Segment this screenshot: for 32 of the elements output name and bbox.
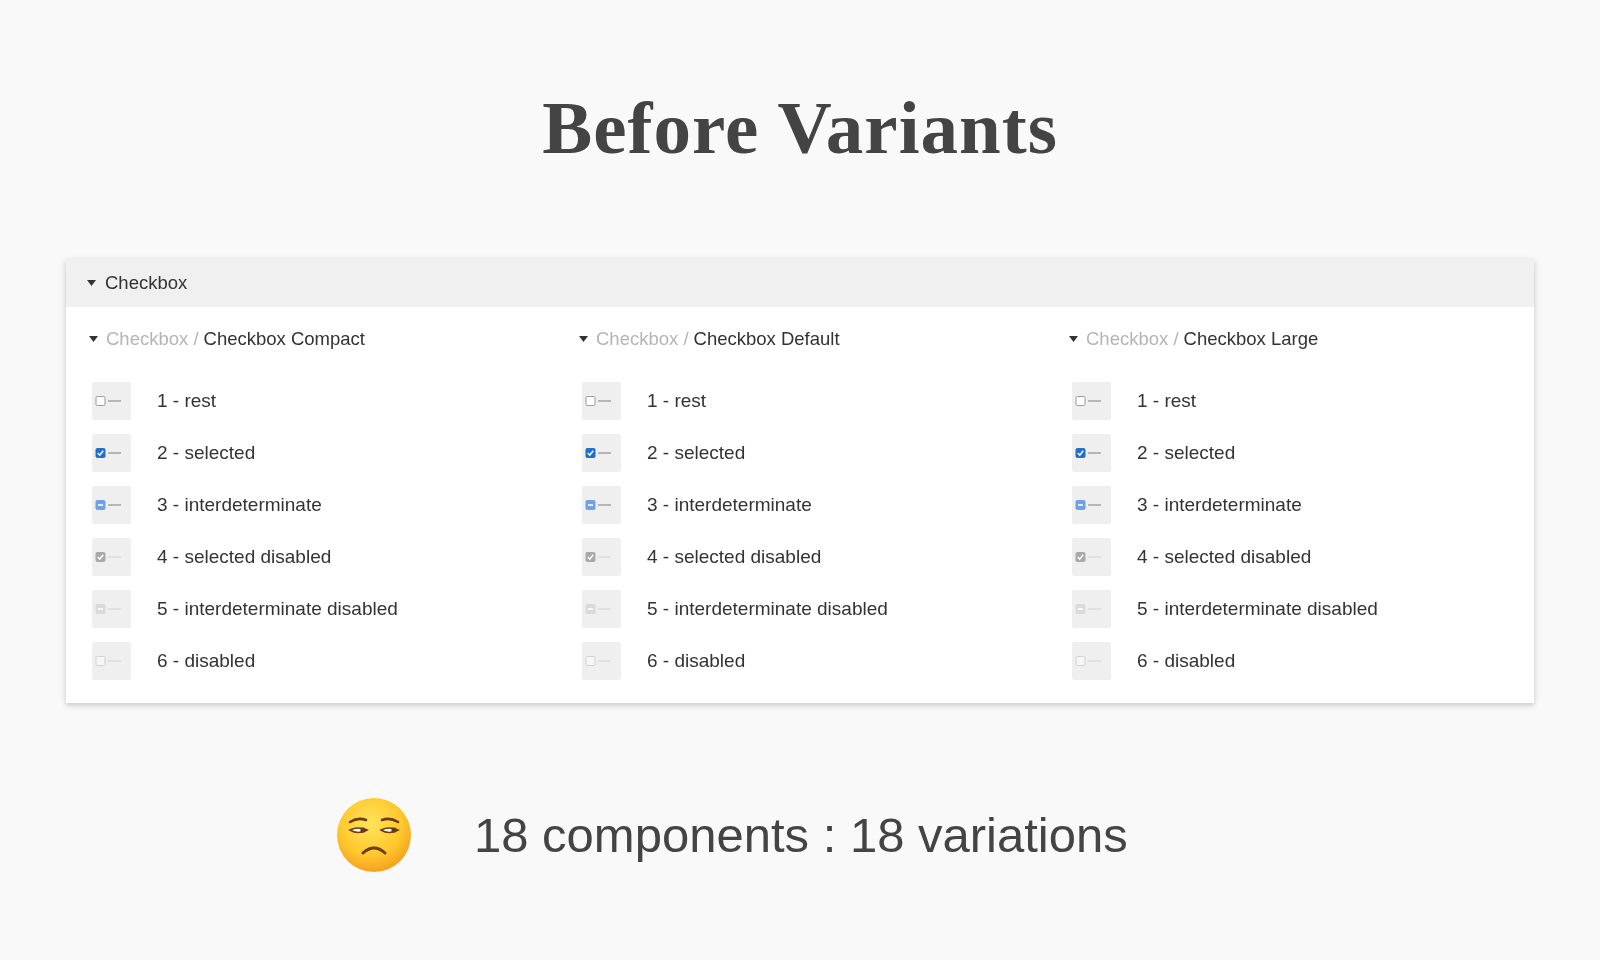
caret-icon[interactable] bbox=[89, 336, 98, 342]
component-label: 1 - rest bbox=[647, 390, 707, 412]
caret-icon[interactable] bbox=[579, 336, 588, 342]
breadcrumb-parent: Checkbox / bbox=[596, 328, 689, 350]
caret-icon[interactable] bbox=[1069, 336, 1078, 342]
group-title: Checkbox Default bbox=[693, 328, 840, 350]
component-label: 6 - disabled bbox=[1137, 650, 1236, 672]
component-label: 4 - selected disabled bbox=[157, 546, 332, 568]
component-label: 1 - rest bbox=[157, 390, 217, 412]
breadcrumb-parent: Checkbox / bbox=[106, 328, 199, 350]
component-label: 2 - selected bbox=[1137, 442, 1236, 464]
component-label: 3 - interdeterminate bbox=[647, 494, 812, 516]
component-label: 6 - disabled bbox=[157, 650, 256, 672]
component-label: 5 - interdeterminate disabled bbox=[1137, 598, 1378, 620]
component-label: 5 - interdeterminate disabled bbox=[647, 598, 888, 620]
component-label: 4 - selected disabled bbox=[1137, 546, 1312, 568]
page-title: Before Variants bbox=[542, 88, 1058, 168]
summary-text: 18 components : 18 variations bbox=[474, 807, 1128, 864]
caret-icon[interactable] bbox=[87, 280, 96, 286]
component-label: 2 - selected bbox=[157, 442, 256, 464]
component-label: 3 - interdeterminate bbox=[157, 494, 322, 516]
component-label: 6 - disabled bbox=[647, 650, 746, 672]
section-title: Checkbox bbox=[105, 272, 188, 294]
group-title: Checkbox Compact bbox=[203, 328, 365, 350]
component-label: 1 - rest bbox=[1137, 390, 1197, 412]
unamused-face-icon bbox=[337, 798, 411, 872]
component-label: 3 - interdeterminate bbox=[1137, 494, 1302, 516]
component-label: 4 - selected disabled bbox=[647, 546, 822, 568]
breadcrumb-parent: Checkbox / bbox=[1086, 328, 1179, 350]
group-title: Checkbox Large bbox=[1183, 328, 1319, 350]
component-label: 5 - interdeterminate disabled bbox=[157, 598, 398, 620]
component-label: 2 - selected bbox=[647, 442, 746, 464]
